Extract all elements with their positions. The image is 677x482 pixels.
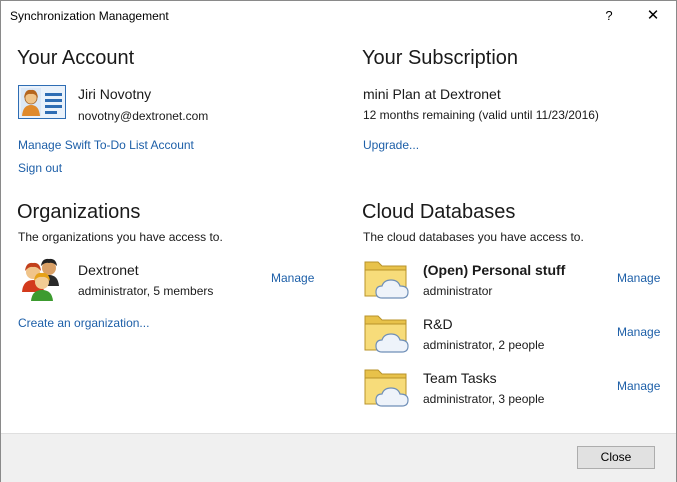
manage-database-button[interactable]: Manage [617, 325, 660, 339]
database-detail: administrator, 2 people [423, 338, 545, 352]
title-bar: Synchronization Management ? ✕ [1, 1, 676, 31]
org-name: Dextronet [78, 262, 139, 278]
account-name: Jiri Novotny [78, 86, 152, 102]
group-icon [22, 258, 59, 301]
create-organization-link[interactable]: Create an organization... [18, 316, 149, 330]
subscription-remaining: 12 months remaining (valid until 11/23/2… [363, 108, 599, 122]
cloud-folder-icon [364, 261, 409, 299]
database-detail: administrator, 3 people [423, 392, 545, 406]
database-name: (Open) Personal stuff [423, 262, 566, 278]
account-heading: Your Account [17, 47, 135, 69]
database-detail: administrator [423, 284, 493, 298]
manage-database-button[interactable]: Manage [617, 271, 660, 285]
sync-management-dialog: Synchronization Management ? ✕ Your Acco… [0, 0, 677, 482]
organizations-heading: Organizations [17, 201, 141, 223]
upgrade-link[interactable]: Upgrade... [363, 138, 419, 152]
databases-heading: Cloud Databases [362, 201, 516, 223]
manage-account-link[interactable]: Manage Swift To-Do List Account [18, 138, 194, 152]
account-email: novotny@dextronet.com [78, 109, 209, 123]
manage-database-button[interactable]: Manage [617, 379, 660, 393]
dialog-footer: Close [1, 433, 676, 482]
close-button[interactable]: Close [577, 446, 655, 469]
organizations-subtitle: The organizations you have access to. [18, 230, 223, 244]
contact-card-icon [18, 85, 66, 119]
org-detail: administrator, 5 members [78, 284, 214, 298]
subscription-heading: Your Subscription [362, 47, 519, 69]
help-button[interactable]: ? [599, 5, 619, 27]
manage-organization-button[interactable]: Manage [271, 271, 314, 285]
sign-out-link[interactable]: Sign out [18, 161, 62, 175]
close-window-button[interactable]: ✕ [641, 5, 665, 27]
database-name: R&D [423, 316, 453, 332]
subscription-plan: mini Plan at Dextronet [363, 86, 501, 102]
cloud-folder-icon [364, 369, 409, 407]
database-name: Team Tasks [423, 370, 497, 386]
window-title: Synchronization Management [10, 9, 169, 23]
databases-subtitle: The cloud databases you have access to. [363, 230, 584, 244]
cloud-folder-icon [364, 315, 409, 353]
